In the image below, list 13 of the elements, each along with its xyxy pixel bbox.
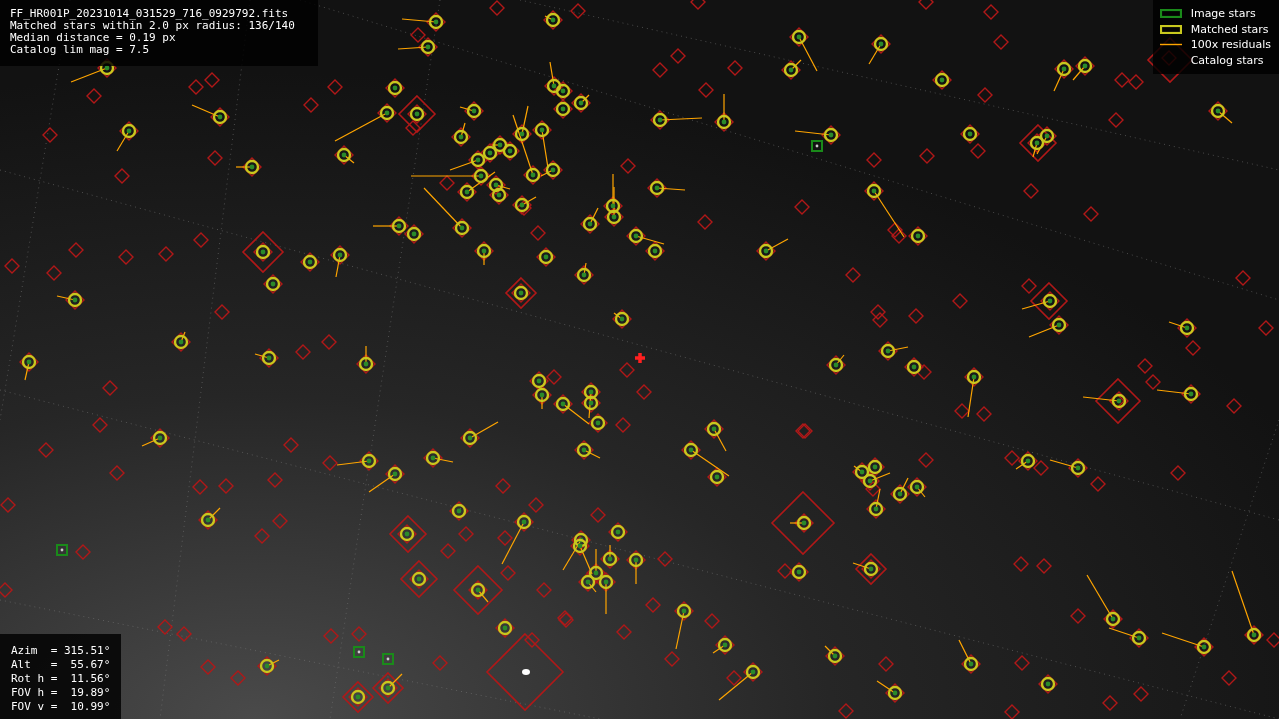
legend-label: 100x residuals xyxy=(1190,37,1271,53)
pointing-line: Alt = 55.67° xyxy=(11,658,111,672)
legend-label: Image stars xyxy=(1190,6,1256,22)
info-line: Matched stars within 2.0 px radius: 136/140 xyxy=(10,20,296,32)
info-line: FF_HR001P_20231014_031529_716_0929792.fits xyxy=(10,8,290,20)
legend-label: Matched stars xyxy=(1190,21,1269,37)
pointing-line: FOV v = 10.99° xyxy=(11,700,111,714)
pointing-line: FOV h = 19.89° xyxy=(11,686,111,700)
info-line: Median distance = 0.19 px xyxy=(10,32,177,44)
info-line: Catalog lim mag = 7.5 xyxy=(10,44,151,56)
legend-label: Catalog stars xyxy=(1190,52,1264,68)
pointing-line: Azim = 315.51° xyxy=(11,644,111,658)
pointing-line: Rot h = 11.56° xyxy=(11,672,111,686)
